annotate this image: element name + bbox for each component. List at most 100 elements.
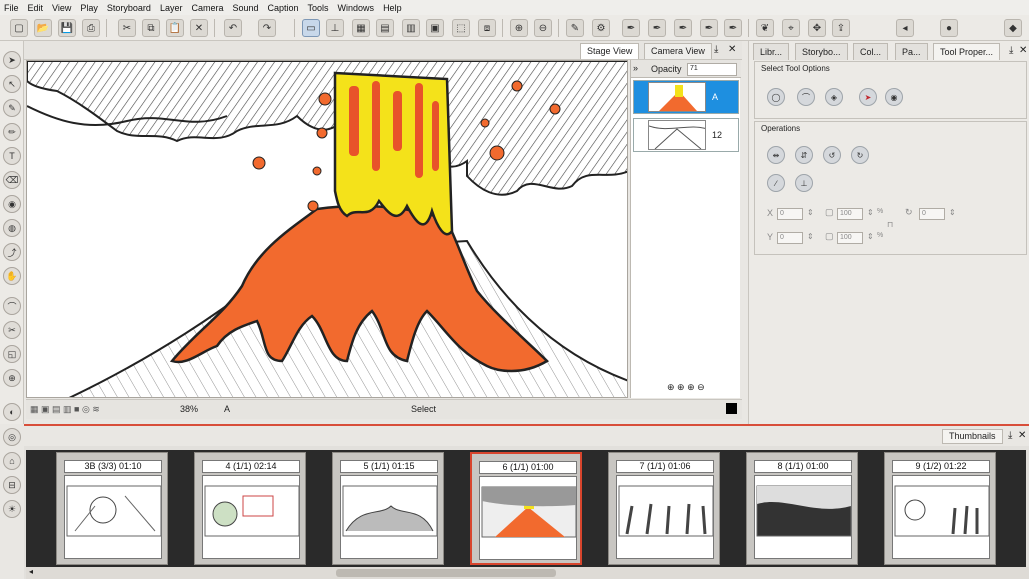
panel-thumbnail-selected[interactable]: 6 (1/1) 01:00 bbox=[470, 452, 582, 565]
panel-thumbnail[interactable]: 5 (1/1) 01:15 bbox=[332, 452, 444, 565]
layout-icon[interactable]: ▤ bbox=[376, 19, 394, 37]
brush-4-icon[interactable]: ✒ bbox=[700, 19, 718, 37]
scrollbar-thumb[interactable] bbox=[336, 569, 556, 577]
pin-thumbnails-icon[interactable]: ⤓ bbox=[1008, 430, 1012, 441]
menu-play[interactable]: Play bbox=[80, 3, 98, 13]
record-icon[interactable]: ● bbox=[940, 19, 958, 37]
tab-thumbnails[interactable]: Thumbnails bbox=[942, 429, 1003, 444]
cursor-select-icon[interactable]: ➤ bbox=[859, 88, 877, 106]
tab-stage-view[interactable]: Stage View bbox=[580, 43, 640, 59]
menu-layer[interactable]: Layer bbox=[160, 3, 183, 13]
panel-thumbnail[interactable]: 7 (1/1) 01:06 bbox=[608, 452, 720, 565]
save-icon[interactable]: 💾 bbox=[58, 19, 76, 37]
add-layer-icon[interactable]: ⊕ ⊕ ⊕ ⊖ bbox=[667, 382, 705, 393]
lasso-icon[interactable]: ◯ bbox=[767, 88, 785, 106]
toggle-view-icon[interactable]: ▭ bbox=[302, 19, 320, 37]
zoom-level[interactable]: 38% bbox=[180, 404, 198, 414]
padlock-icon[interactable]: ⊟ bbox=[3, 476, 21, 494]
new-project-icon[interactable]: ▢ bbox=[10, 19, 28, 37]
tab-palette[interactable]: Pa... bbox=[895, 43, 928, 60]
print-icon[interactable]: ⎙ bbox=[82, 19, 100, 37]
menu-edit[interactable]: Edit bbox=[28, 3, 44, 13]
light-icon[interactable]: ☀ bbox=[3, 500, 21, 518]
menu-sound[interactable]: Sound bbox=[232, 3, 258, 13]
pencil-tool-icon[interactable]: ✏ bbox=[3, 123, 21, 141]
transform-tool-icon[interactable]: ↖ bbox=[3, 75, 21, 93]
menu-view[interactable]: View bbox=[52, 3, 71, 13]
pin-icon[interactable]: ⤓ bbox=[714, 44, 718, 55]
angle-spinner-icon[interactable]: ⇕ bbox=[949, 208, 956, 217]
export-icon[interactable]: ⇪ bbox=[832, 19, 850, 37]
hand-tool-icon[interactable]: ✋ bbox=[3, 267, 21, 285]
height-spinner-icon[interactable]: ⇕ bbox=[867, 232, 874, 241]
stage-canvas[interactable] bbox=[26, 60, 628, 398]
angle-field[interactable]: 0 bbox=[919, 208, 945, 220]
tab-tool-properties[interactable]: Tool Proper... bbox=[933, 43, 1001, 60]
scroll-left-icon[interactable]: ◂ bbox=[29, 567, 33, 576]
opacity-field[interactable]: 71 bbox=[687, 63, 737, 76]
width-field[interactable]: 100 bbox=[837, 208, 863, 220]
panel-thumbnail[interactable]: 8 (1/1) 01:00 bbox=[746, 452, 858, 565]
close-panel-icon[interactable]: ✕ bbox=[1019, 45, 1027, 56]
menu-storyboard[interactable]: Storyboard bbox=[107, 3, 151, 13]
library-icon[interactable]: ❦ bbox=[756, 19, 774, 37]
menu-camera[interactable]: Camera bbox=[191, 3, 223, 13]
brush-2-icon[interactable]: ✒ bbox=[648, 19, 666, 37]
flip-vertical-icon[interactable]: ⇵ bbox=[795, 146, 813, 164]
brush-3-icon[interactable]: ✒ bbox=[674, 19, 692, 37]
zoom-in-icon[interactable]: ⊕ bbox=[510, 19, 528, 37]
undo-icon[interactable]: ↶ bbox=[224, 19, 242, 37]
menu-file[interactable]: File bbox=[4, 3, 19, 13]
panel-layout-icon[interactable]: ▥ bbox=[402, 19, 420, 37]
brush-5-icon[interactable]: ✒ bbox=[724, 19, 742, 37]
cutter-tool-icon[interactable]: ✂ bbox=[3, 321, 21, 339]
keyframe-icon[interactable]: ◆ bbox=[1004, 19, 1022, 37]
lock-icon[interactable]: ⌂ bbox=[3, 452, 21, 470]
menu-caption[interactable]: Caption bbox=[268, 3, 299, 13]
contour-tool-icon[interactable]: ⌒ bbox=[3, 297, 21, 315]
width-spinner-icon[interactable]: ⇕ bbox=[867, 208, 874, 217]
lock-ratio-icon[interactable]: ⊓ bbox=[887, 220, 893, 229]
apply-all-icon[interactable]: ◈ bbox=[825, 88, 843, 106]
globe-icon[interactable]: ◎ bbox=[3, 428, 21, 446]
panel-thumbnail[interactable]: 3B (3/3) 01:10 bbox=[56, 452, 168, 565]
preview-icon[interactable]: ◉ bbox=[885, 88, 903, 106]
smooth-icon[interactable]: ∕ bbox=[767, 174, 785, 192]
close-thumbnails-icon[interactable]: ✕ bbox=[1018, 430, 1026, 441]
frame-icon[interactable]: ⬚ bbox=[452, 19, 470, 37]
dropper-tool-icon[interactable]: ⤴ bbox=[3, 243, 21, 261]
redo-icon[interactable]: ↷ bbox=[258, 19, 276, 37]
flatten-icon[interactable]: ⊥ bbox=[795, 174, 813, 192]
paint-tool-icon[interactable]: ◉ bbox=[3, 195, 21, 213]
x-field[interactable]: 0 bbox=[777, 208, 803, 220]
camera-tool-icon[interactable]: ⊕ bbox=[3, 369, 21, 387]
layer-row-12[interactable]: 12 bbox=[633, 118, 739, 152]
tab-colour[interactable]: Col... bbox=[853, 43, 889, 60]
color-swatch[interactable] bbox=[726, 403, 737, 414]
zoom-out-icon[interactable]: ⊖ bbox=[534, 19, 552, 37]
snap-contour-icon[interactable]: ⌒ bbox=[797, 88, 815, 106]
camera-icon[interactable]: ⌖ bbox=[782, 19, 800, 37]
flip-horizontal-icon[interactable]: ⇹ bbox=[767, 146, 785, 164]
menu-tools[interactable]: Tools bbox=[308, 3, 329, 13]
settings-gear-icon[interactable]: ⚙ bbox=[592, 19, 610, 37]
perspective-tool-icon[interactable]: ◱ bbox=[3, 345, 21, 363]
tab-library[interactable]: Libr... bbox=[753, 43, 790, 60]
workspace-icon[interactable]: ▣ bbox=[426, 19, 444, 37]
x-spinner-icon[interactable]: ⇕ bbox=[807, 208, 814, 217]
eraser-tool-icon[interactable]: ⌫ bbox=[3, 171, 21, 189]
tab-storyboard[interactable]: Storybo... bbox=[795, 43, 848, 60]
sound-icon[interactable]: ◂ bbox=[896, 19, 914, 37]
layer-row-a[interactable]: A bbox=[633, 80, 739, 114]
rotate-ccw-icon[interactable]: ↺ bbox=[823, 146, 841, 164]
copy-icon[interactable]: ⧉ bbox=[142, 19, 160, 37]
menu-windows[interactable]: Windows bbox=[338, 3, 375, 13]
open-folder-icon[interactable]: 📂 bbox=[34, 19, 52, 37]
pan-icon[interactable]: ✥ bbox=[808, 19, 826, 37]
pen-tool-icon[interactable]: ✎ bbox=[566, 19, 584, 37]
tab-camera-view[interactable]: Camera View bbox=[644, 43, 712, 59]
grid-icon[interactable]: ▦ bbox=[352, 19, 370, 37]
delete-icon[interactable]: ✕ bbox=[190, 19, 208, 37]
collapse-icon[interactable]: » bbox=[633, 63, 638, 73]
thumbnails-scrollbar[interactable]: ◂ bbox=[26, 567, 1029, 579]
